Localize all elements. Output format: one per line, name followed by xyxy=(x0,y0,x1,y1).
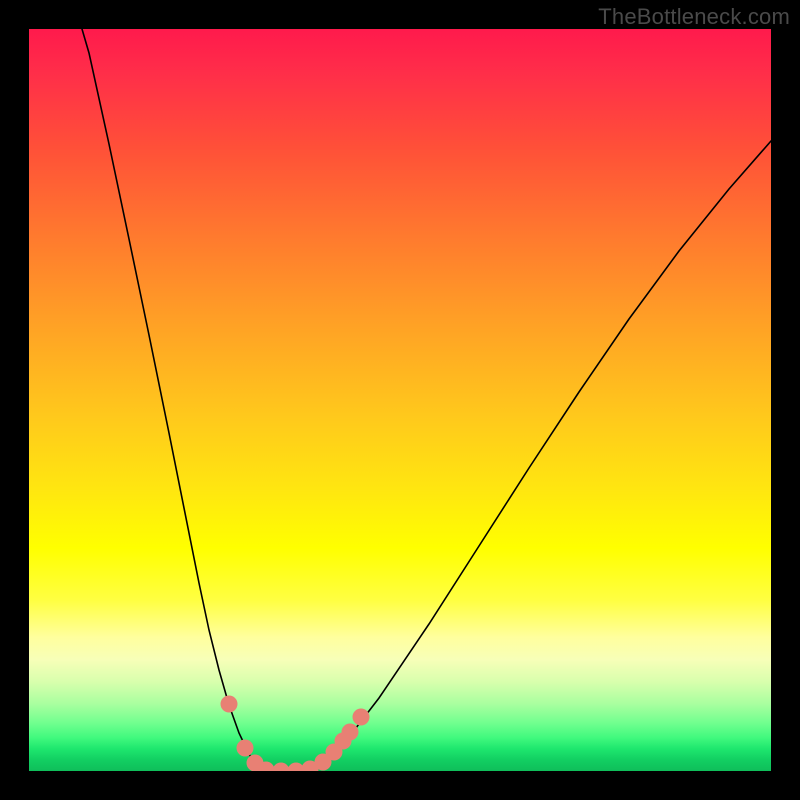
chart-frame: TheBottleneck.com xyxy=(0,0,800,800)
highlight-dot xyxy=(273,763,290,772)
series-group xyxy=(82,29,771,771)
highlight-dot xyxy=(221,696,238,713)
series-right-branch xyxy=(311,141,771,771)
series-left-branch xyxy=(82,29,268,771)
watermark-text: TheBottleneck.com xyxy=(598,4,790,30)
plot-area xyxy=(29,29,771,771)
marker-group xyxy=(221,696,370,772)
highlight-dot xyxy=(353,709,370,726)
curve-layer xyxy=(29,29,771,771)
highlight-dot xyxy=(237,740,254,757)
highlight-dot xyxy=(342,724,359,741)
